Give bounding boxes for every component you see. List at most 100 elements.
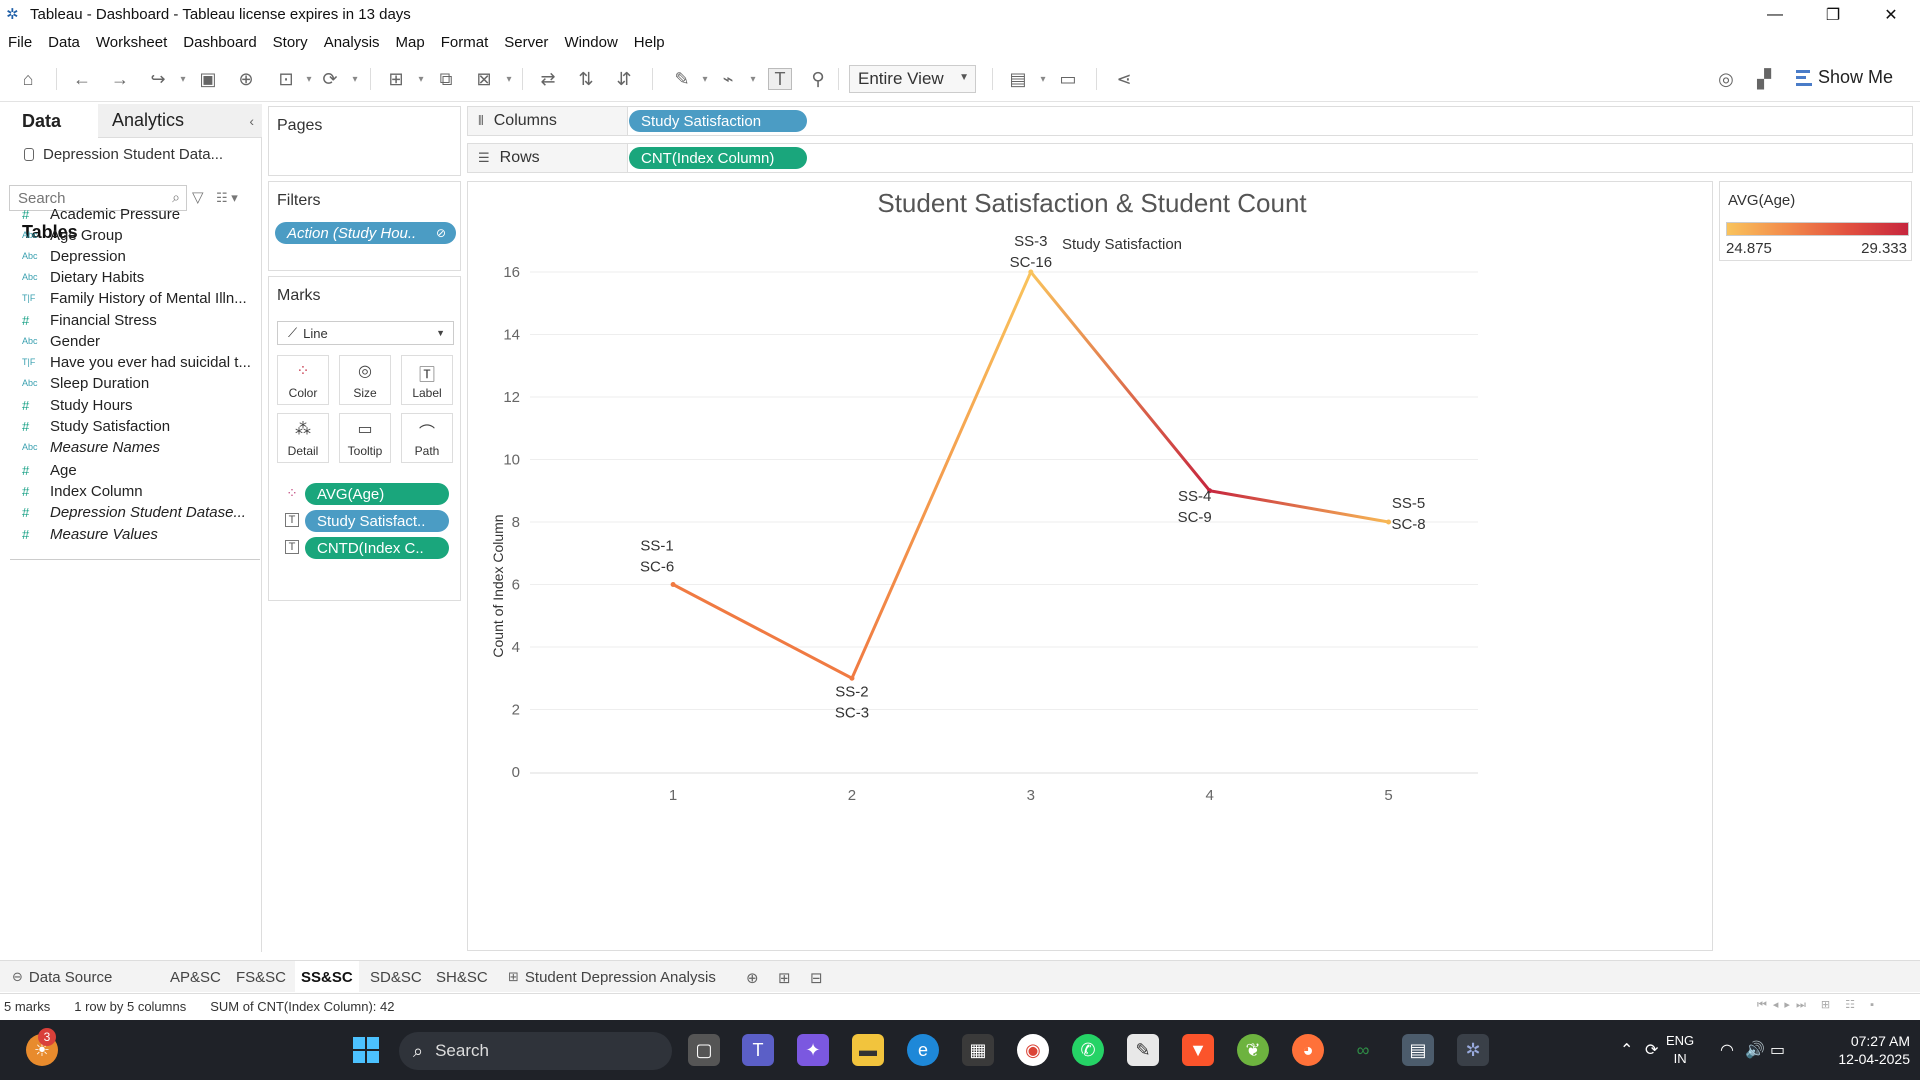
field-measure-values[interactable]: # Measure Values bbox=[22, 523, 254, 545]
line-chart[interactable]: 02468101214161 2 3 4 5 SS-1SC-6SS-2SC-3SS-3S… bbox=[468, 182, 1712, 950]
edge-icon[interactable]: e bbox=[907, 1034, 939, 1066]
field-suicidal-thoughts[interactable]: T|F Have you ever had suicidal t... bbox=[22, 351, 254, 373]
undo-icon[interactable]: ← bbox=[70, 68, 94, 90]
field-depression[interactable]: Abc Depression bbox=[22, 245, 254, 267]
close-button[interactable]: ✕ bbox=[1862, 0, 1920, 29]
marks-path-button[interactable]: ⌒ Path bbox=[401, 413, 453, 463]
refresh-dropdown-icon[interactable]: ▾ bbox=[350, 68, 360, 90]
field-index-column[interactable]: # Index Column bbox=[22, 480, 254, 502]
tab-sd-sc[interactable]: SD&SC bbox=[364, 961, 428, 993]
sort-ascending-icon[interactable]: ⇅ bbox=[574, 68, 598, 90]
tab-data[interactable]: Data bbox=[0, 104, 98, 138]
marks-tooltip-button[interactable]: ▭ Tooltip bbox=[339, 413, 391, 463]
replay-dropdown-icon[interactable]: ▾ bbox=[178, 68, 188, 90]
geeksforgeeks-icon[interactable]: ∞ bbox=[1347, 1034, 1379, 1066]
taskbar-search[interactable]: ⌕ Search bbox=[399, 1032, 672, 1070]
notepad-icon[interactable]: ✎ bbox=[1127, 1034, 1159, 1066]
marks-color-button[interactable]: ⁘ Color bbox=[277, 355, 329, 405]
sync-icon[interactable]: ⟳ bbox=[1645, 1040, 1658, 1060]
field-study-hours[interactable]: # Study Hours bbox=[22, 394, 254, 416]
cards-dropdown-icon[interactable]: ▾ bbox=[1038, 68, 1048, 90]
pill-avg-age[interactable]: AVG(Age) bbox=[305, 483, 449, 505]
tab-dashboard[interactable]: ⊞ Student Depression Analysis bbox=[502, 961, 722, 993]
highlight-icon[interactable]: ✎ bbox=[670, 68, 694, 90]
calculator-icon[interactable]: ▤ bbox=[1402, 1034, 1434, 1066]
clock[interactable]: 07:27 AM 12-04-2025 bbox=[1810, 1032, 1910, 1068]
refresh-icon[interactable]: ⟳ bbox=[318, 68, 342, 90]
format-painter-icon[interactable]: ▞ bbox=[1752, 68, 1776, 90]
filters-card[interactable]: Filters Action (Study Hou.. ⊘ bbox=[268, 181, 461, 271]
presentation-icon[interactable]: ▭ bbox=[1056, 68, 1080, 90]
chart-view[interactable]: 0 2 4 6 8 10 12 14 16 1 2 3 4 5 SS-1 SC-6 SS-2 SC-3 SS-3 S… bbox=[467, 181, 1713, 951]
wifi-icon[interactable]: ◠ bbox=[1720, 1040, 1734, 1060]
chrome-icon[interactable]: ◉ bbox=[1017, 1034, 1049, 1066]
fit-dropdown[interactable]: Entire View ▼ bbox=[849, 65, 976, 93]
tab-ss-sc[interactable]: SS&SC bbox=[295, 961, 359, 993]
file-explorer-icon[interactable]: ▬ bbox=[852, 1034, 884, 1066]
field-age-group[interactable]: Abc Age Group bbox=[22, 224, 254, 246]
new-datasource-icon[interactable]: ⊕ bbox=[234, 68, 258, 90]
fix-axes-icon[interactable]: ⚲ bbox=[806, 68, 830, 90]
new-worksheet-icon[interactable]: ⊞ bbox=[384, 68, 408, 90]
columns-shelf[interactable]: ⦀ Columns Study Satisfaction bbox=[467, 106, 1913, 136]
pill-cntd-index[interactable]: CNTD(Index C.. bbox=[305, 537, 449, 559]
highlight-dropdown-icon[interactable]: ▾ bbox=[700, 68, 710, 90]
show-cards-icon[interactable]: ▤ bbox=[1006, 68, 1030, 90]
pill-study-satisfaction[interactable]: Study Satisfact.. bbox=[305, 510, 449, 532]
rows-shelf[interactable]: ☰ Rows CNT(Index Column) bbox=[467, 143, 1913, 173]
share-icon[interactable]: ⋖ bbox=[1112, 68, 1136, 90]
new-worksheet-icon[interactable]: ⊕ bbox=[746, 969, 759, 987]
menu-file[interactable]: File bbox=[8, 34, 40, 51]
menu-help[interactable]: Help bbox=[634, 34, 673, 51]
field-dietary-habits[interactable]: Abc Dietary Habits bbox=[22, 266, 254, 288]
swap-icon[interactable]: ⇄ bbox=[536, 68, 560, 90]
datasource-item[interactable]: Depression Student Data... bbox=[24, 146, 223, 163]
pause-updates-icon[interactable]: ⊡ bbox=[274, 68, 298, 90]
group-icon[interactable]: ⌁ bbox=[716, 68, 740, 90]
start-icon[interactable] bbox=[350, 1034, 382, 1066]
whatsapp-icon[interactable]: ✆ bbox=[1072, 1034, 1104, 1066]
language-indicator[interactable]: ENG IN bbox=[1666, 1032, 1694, 1068]
teams-icon[interactable]: T bbox=[742, 1034, 774, 1066]
menu-analysis[interactable]: Analysis bbox=[324, 34, 388, 51]
menu-map[interactable]: Map bbox=[396, 34, 433, 51]
pause-dropdown-icon[interactable]: ▾ bbox=[304, 68, 314, 90]
sort-descending-icon[interactable]: ⇵ bbox=[612, 68, 636, 90]
menu-window[interactable]: Window bbox=[564, 34, 625, 51]
pages-card[interactable]: Pages bbox=[268, 106, 461, 176]
spring-icon[interactable]: ❦ bbox=[1237, 1034, 1269, 1066]
store-icon[interactable]: ▦ bbox=[962, 1034, 994, 1066]
filter-pill-action[interactable]: Action (Study Hou.. ⊘ bbox=[275, 222, 456, 244]
battery-icon[interactable]: ▭ bbox=[1770, 1040, 1785, 1060]
sheet-nav-icon[interactable]: ⏮◂▸⏭ ⊞ ☷ ▪ bbox=[1757, 998, 1880, 1012]
show-me-button[interactable]: Show Me bbox=[1796, 67, 1893, 88]
collapse-pane-icon[interactable]: ‹ bbox=[249, 113, 254, 129]
menu-data[interactable]: Data bbox=[48, 34, 88, 51]
menu-worksheet[interactable]: Worksheet bbox=[96, 34, 175, 51]
volume-icon[interactable]: 🔊 bbox=[1745, 1040, 1765, 1060]
tab-data-source[interactable]: ⊖ Data Source bbox=[6, 961, 118, 993]
marks-size-button[interactable]: ◎ Size bbox=[339, 355, 391, 405]
mark-type-dropdown[interactable]: ⟋ Line ▼ bbox=[277, 321, 454, 345]
show-labels-icon[interactable]: T bbox=[768, 68, 792, 90]
marks-label-button[interactable]: 🅃 Label bbox=[401, 355, 453, 405]
field-sleep-duration[interactable]: Abc Sleep Duration bbox=[22, 372, 254, 394]
new-story-icon[interactable]: ⊟ bbox=[810, 969, 823, 987]
minimize-button[interactable]: — bbox=[1746, 0, 1804, 29]
chevron-up-icon[interactable]: ⌃ bbox=[1620, 1040, 1633, 1060]
menu-server[interactable]: Server bbox=[504, 34, 556, 51]
tab-fs-sc[interactable]: FS&SC bbox=[230, 961, 292, 993]
tableau-public-icon[interactable]: ◎ bbox=[1714, 68, 1738, 90]
tab-analytics[interactable]: Analytics ‹ bbox=[98, 104, 262, 138]
clear-sheet-icon[interactable]: ⊠ bbox=[472, 68, 496, 90]
menu-story[interactable]: Story bbox=[273, 34, 316, 51]
tab-sh-sc[interactable]: SH&SC bbox=[430, 961, 494, 993]
replay-icon[interactable]: ↪ bbox=[146, 68, 170, 90]
redo-icon[interactable]: → bbox=[108, 68, 132, 90]
copilot-icon[interactable]: ✦ bbox=[797, 1034, 829, 1066]
field-academic-pressure[interactable]: # Academic Pressure bbox=[22, 203, 254, 225]
tab-ap-sc[interactable]: AP&SC bbox=[164, 961, 227, 993]
field-financial-stress[interactable]: # Financial Stress bbox=[22, 309, 254, 331]
save-icon[interactable]: ▣ bbox=[196, 68, 220, 90]
new-worksheet-dropdown-icon[interactable]: ▾ bbox=[416, 68, 426, 90]
